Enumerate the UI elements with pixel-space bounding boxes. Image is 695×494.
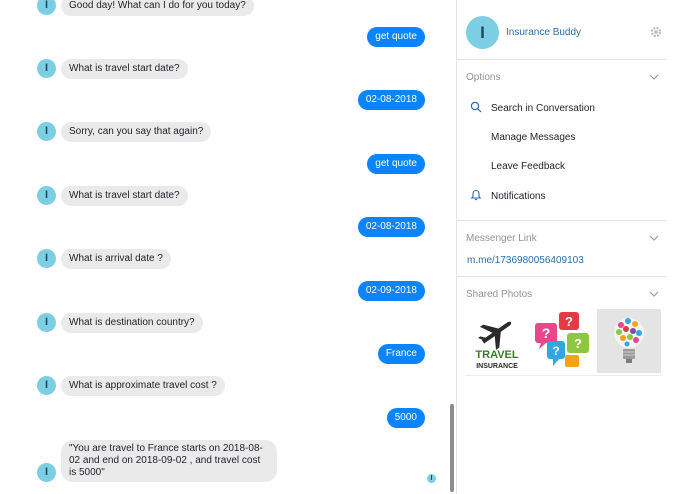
shared-photos-section-title[interactable]: Shared Photos bbox=[466, 289, 532, 300]
message-row: France bbox=[0, 344, 450, 366]
section-divider bbox=[457, 276, 667, 277]
bot-avatar[interactable]: I bbox=[37, 249, 56, 268]
message-row: I What is destination country? bbox=[0, 313, 450, 335]
message-row: get quote bbox=[0, 27, 450, 49]
chevron-down-icon[interactable] bbox=[649, 72, 659, 82]
message-row: I What is arrival date ? bbox=[0, 249, 450, 271]
message-bubble-outgoing[interactable]: get quote bbox=[367, 27, 425, 47]
gear-icon[interactable] bbox=[649, 25, 663, 39]
messenger-link-url[interactable]: m.me/1736980056409103 bbox=[467, 255, 584, 266]
message-row: get quote bbox=[0, 154, 450, 176]
message-bubble-outgoing[interactable]: 02-09-2018 bbox=[357, 281, 425, 301]
chat-area: I Good day! What can I do for you today?… bbox=[0, 0, 450, 494]
bot-avatar[interactable]: I bbox=[37, 122, 56, 141]
svg-text:?: ? bbox=[542, 325, 551, 341]
message-bubble-incoming[interactable]: Sorry, can you say that again? bbox=[61, 122, 212, 142]
bot-avatar[interactable]: I bbox=[37, 313, 56, 332]
message-bubble-incoming[interactable]: What is approximate travel cost ? bbox=[61, 376, 225, 396]
chevron-down-icon[interactable] bbox=[649, 233, 659, 243]
message-row: I What is approximate travel cost ? bbox=[0, 376, 450, 398]
message-row: I Good day! What can I do for you today? bbox=[0, 0, 450, 18]
contact-header: I Insurance Buddy bbox=[457, 0, 667, 60]
contact-name[interactable]: Insurance Buddy bbox=[506, 27, 581, 38]
message-row: 5000 bbox=[0, 408, 450, 430]
search-icon bbox=[470, 101, 482, 113]
svg-text:?: ? bbox=[565, 314, 573, 329]
option-search-in-conversation[interactable]: Search in Conversation bbox=[491, 103, 595, 114]
chevron-down-icon[interactable] bbox=[649, 289, 659, 299]
message-bubble-incoming[interactable]: Good day! What can I do for you today? bbox=[61, 0, 254, 16]
bot-avatar[interactable]: I bbox=[37, 376, 56, 395]
message-bubble-outgoing[interactable]: France bbox=[377, 344, 425, 364]
message-row: 02-08-2018 bbox=[0, 90, 450, 112]
photo-caption-line1: TRAVEL bbox=[475, 349, 518, 361]
airplane-icon bbox=[477, 321, 512, 350]
message-bubble-incoming[interactable]: What is travel start date? bbox=[61, 186, 188, 206]
message-row: 02-09-2018 bbox=[0, 281, 450, 303]
photo-caption-line2: INSURANCE bbox=[476, 363, 518, 370]
bell-icon bbox=[470, 189, 482, 201]
bot-avatar[interactable]: I bbox=[37, 186, 56, 205]
option-notifications[interactable]: Notifications bbox=[491, 191, 545, 202]
message-row: 02-08-2018 bbox=[0, 217, 450, 239]
message-bubble-outgoing[interactable]: 02-08-2018 bbox=[357, 217, 425, 237]
svg-text:?: ? bbox=[552, 344, 559, 358]
bot-avatar[interactable]: I bbox=[37, 59, 56, 78]
message-bubble-incoming[interactable]: What is travel start date? bbox=[61, 59, 188, 79]
photos-bottom-divider bbox=[465, 375, 661, 376]
seen-indicator-avatar: I bbox=[427, 474, 436, 483]
contact-avatar[interactable]: I bbox=[466, 16, 499, 49]
message-bubble-outgoing[interactable]: get quote bbox=[367, 154, 425, 174]
shared-photo-question-bubbles[interactable]: ? ? ? ? bbox=[531, 309, 595, 373]
shared-photo-lightbulb[interactable] bbox=[597, 309, 661, 373]
message-row: I Sorry, can you say that again? bbox=[0, 122, 450, 144]
message-row: I What is travel start date? bbox=[0, 186, 450, 208]
shared-photo-travel-insurance[interactable]: TRAVEL INSURANCE bbox=[465, 309, 529, 373]
option-manage-messages[interactable]: Manage Messages bbox=[491, 132, 576, 143]
options-section-title[interactable]: Options bbox=[466, 72, 500, 83]
message-bubble-incoming[interactable]: "You are travel to France starts on 2018… bbox=[61, 440, 277, 482]
message-bubble-outgoing[interactable]: 5000 bbox=[386, 408, 425, 428]
conversation-info-panel: I Insurance Buddy Options Search in Conv… bbox=[457, 0, 695, 494]
messenger-link-section-title[interactable]: Messenger Link bbox=[466, 233, 537, 244]
option-leave-feedback[interactable]: Leave Feedback bbox=[491, 161, 565, 172]
message-bubble-outgoing[interactable]: 02-08-2018 bbox=[357, 90, 425, 110]
message-bubble-incoming[interactable]: What is arrival date ? bbox=[61, 249, 171, 269]
chat-scrollbar-thumb[interactable] bbox=[450, 404, 454, 492]
message-row: I "You are travel to France starts on 20… bbox=[0, 440, 450, 484]
bot-avatar[interactable]: I bbox=[37, 0, 56, 15]
message-bubble-incoming[interactable]: What is destination country? bbox=[61, 313, 203, 333]
section-divider bbox=[457, 220, 667, 221]
bot-avatar[interactable]: I bbox=[37, 463, 56, 482]
svg-text:?: ? bbox=[574, 336, 582, 351]
message-row: I What is travel start date? bbox=[0, 59, 450, 81]
